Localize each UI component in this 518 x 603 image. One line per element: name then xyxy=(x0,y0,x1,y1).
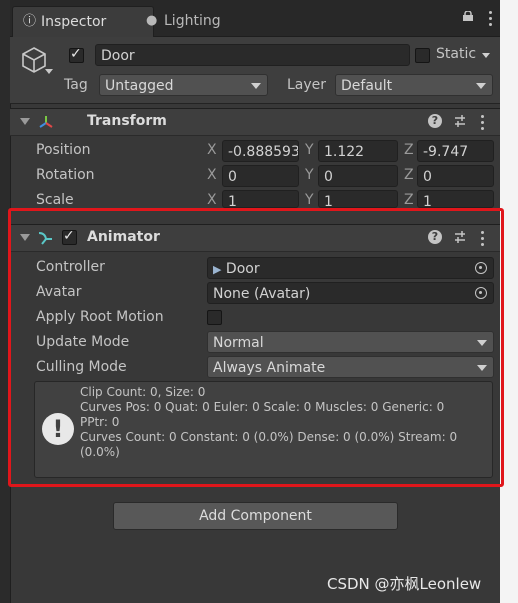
apply-root-motion-label: Apply Root Motion xyxy=(36,309,164,325)
position-x-field[interactable]: -0.888593 xyxy=(222,140,299,162)
static-dropdown-icon[interactable] xyxy=(482,53,490,58)
position-z-field[interactable]: -9.747 xyxy=(417,140,494,162)
tab-inspector[interactable]: ⓘ Inspector xyxy=(12,6,154,37)
rotation-label: Rotation xyxy=(36,167,95,183)
info-line: PPtr: 0 xyxy=(80,415,120,429)
transform-axes-icon xyxy=(39,116,53,128)
preset-sliders-icon[interactable] xyxy=(453,114,467,128)
info-line: Curves Count: 0 Constant: 0 (0.0%) Dense… xyxy=(80,430,458,444)
controller-label: Controller xyxy=(36,259,105,275)
layer-dropdown[interactable]: Default xyxy=(335,74,493,96)
controller-value: Door xyxy=(225,261,260,277)
foldout-arrow-icon[interactable] xyxy=(20,118,30,125)
chevron-down-icon xyxy=(476,83,486,89)
tab-lighting[interactable]: ● Lighting xyxy=(136,6,276,36)
culling-mode-label: Culling Mode xyxy=(36,359,127,375)
axis-y-label: Y xyxy=(305,167,314,183)
update-mode-value: Normal xyxy=(213,335,264,351)
axis-y-label: Y xyxy=(305,192,314,208)
avatar-label: Avatar xyxy=(36,284,82,300)
tag-label: Tag xyxy=(64,77,88,93)
rotation-y-field[interactable]: 0 xyxy=(318,165,398,187)
scale-z-field[interactable]: 1 xyxy=(417,190,494,208)
help-icon[interactable]: ? xyxy=(428,114,442,128)
rotation-x-field[interactable]: 0 xyxy=(222,165,299,187)
tab-label: Inspector xyxy=(41,14,107,30)
rotation-z-field[interactable]: 0 xyxy=(417,165,494,187)
foldout-arrow-icon[interactable] xyxy=(20,234,30,241)
animator-icon xyxy=(38,232,52,245)
info-line: (0.0%) xyxy=(80,445,120,459)
culling-mode-value: Always Animate xyxy=(213,360,326,376)
transform-header[interactable]: Transform ? xyxy=(10,108,500,136)
update-mode-label: Update Mode xyxy=(36,334,130,350)
tag-dropdown[interactable]: Untagged xyxy=(99,74,268,96)
info-text: Clip Count: 0, Size: 0 Curves Pos: 0 Qua… xyxy=(80,385,485,460)
scale-label: Scale xyxy=(36,192,74,208)
axis-z-label: Z xyxy=(404,167,414,183)
axis-x-label: X xyxy=(207,192,217,208)
layer-label: Layer xyxy=(287,77,327,93)
axis-x-label: X xyxy=(207,142,217,158)
axis-z-label: Z xyxy=(404,142,414,158)
chevron-down-icon xyxy=(477,365,487,371)
controller-field[interactable]: ▶ Door xyxy=(207,257,494,279)
animator-header[interactable]: Animator ? xyxy=(10,224,500,252)
add-component-button[interactable]: Add Component xyxy=(113,502,398,530)
tab-menu-icon[interactable] xyxy=(486,6,494,30)
animator-title: Animator xyxy=(87,229,160,245)
avatar-field[interactable]: None (Avatar) xyxy=(207,282,494,304)
chevron-down-icon xyxy=(477,340,487,346)
scale-y-field[interactable]: 1 xyxy=(318,190,398,208)
lock-icon[interactable] xyxy=(462,11,474,21)
info-icon: ⓘ xyxy=(23,14,37,29)
watermark: CSDN @亦枫Leonlew xyxy=(327,575,482,593)
apply-root-motion-checkbox[interactable] xyxy=(207,310,222,325)
layer-value: Default xyxy=(341,78,393,94)
culling-mode-dropdown[interactable]: Always Animate xyxy=(207,356,494,378)
info-helpbox: ! Clip Count: 0, Size: 0 Curves Pos: 0 Q… xyxy=(34,381,493,478)
static-checkbox[interactable] xyxy=(415,48,430,63)
position-label: Position xyxy=(36,142,91,158)
animator-enabled-checkbox[interactable] xyxy=(62,228,77,245)
warning-exclamation-icon: ! xyxy=(42,413,74,445)
help-icon[interactable]: ? xyxy=(428,230,442,244)
chevron-down-icon xyxy=(251,83,261,89)
tab-bar: ⓘ Inspector ● Lighting xyxy=(10,0,500,37)
info-line: Clip Count: 0, Size: 0 xyxy=(80,385,206,399)
right-edge xyxy=(500,0,518,603)
axis-z-label: Z xyxy=(404,192,414,208)
component-menu-icon[interactable] xyxy=(478,114,486,130)
info-line: Curves Pos: 0 Quat: 0 Euler: 0 Scale: 0 … xyxy=(80,400,445,414)
bulb-icon: ● xyxy=(146,13,158,28)
transform-title: Transform xyxy=(87,113,167,129)
icon-dropdown-icon[interactable] xyxy=(45,69,53,74)
avatar-value: None (Avatar) xyxy=(213,286,311,302)
gameobject-header: Door Static Tag Untagged Layer Default xyxy=(10,37,500,104)
update-mode-dropdown[interactable]: Normal xyxy=(207,331,494,353)
scale-x-field[interactable]: 1 xyxy=(222,190,299,208)
gameobject-name-field[interactable]: Door xyxy=(95,44,410,66)
component-menu-icon[interactable] xyxy=(478,230,486,246)
static-label: Static xyxy=(436,46,477,62)
axis-y-label: Y xyxy=(305,142,314,158)
position-y-field[interactable]: 1.122 xyxy=(318,140,398,162)
axis-x-label: X xyxy=(207,167,217,183)
tag-value: Untagged xyxy=(105,78,174,94)
animator-controller-icon: ▶ xyxy=(213,263,222,276)
tab-label: Lighting xyxy=(164,13,221,29)
object-picker-icon[interactable] xyxy=(475,262,487,274)
cube-icon xyxy=(22,47,46,73)
preset-sliders-icon[interactable] xyxy=(453,230,467,244)
object-picker-icon[interactable] xyxy=(475,287,487,299)
gameobject-active-checkbox[interactable] xyxy=(69,46,84,63)
